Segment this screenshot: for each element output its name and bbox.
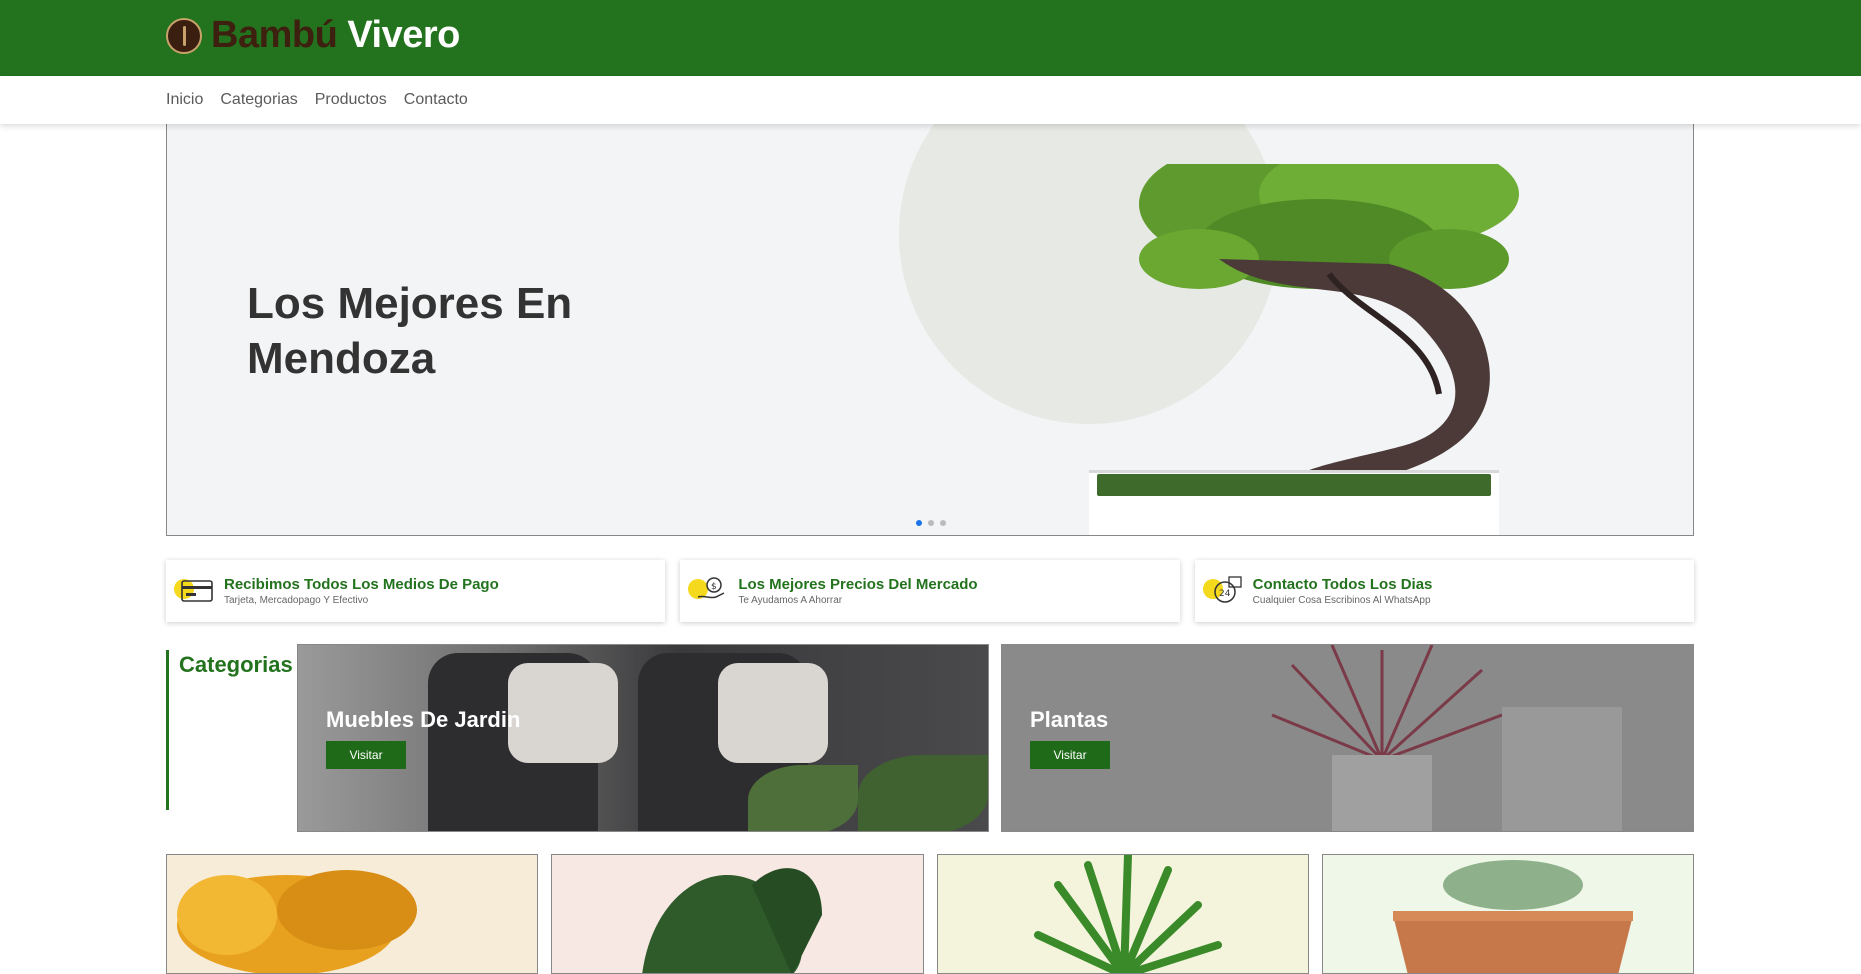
brand-logo[interactable]: Bambú Vivero xyxy=(166,14,460,57)
product-card[interactable] xyxy=(551,854,924,974)
hero-carousel[interactable]: Los Mejores En Mendoza xyxy=(166,124,1694,536)
carousel-dot-2[interactable] xyxy=(928,520,934,526)
cushion-image xyxy=(718,663,828,763)
svg-text:$: $ xyxy=(711,582,717,592)
feature-title: Contacto Todos Los Dias xyxy=(1252,576,1433,593)
feature-title: Los Mejores Precios Del Mercado xyxy=(738,576,978,593)
products-grid xyxy=(166,854,1694,974)
category-card-plantas[interactable]: Plantas Visitar xyxy=(1001,644,1694,832)
feature-contact: 24 Contacto Todos Los Dias Cualquier Cos… xyxy=(1194,560,1694,622)
features-row: Recibimos Todos Los Medios De Pago Tarje… xyxy=(166,560,1694,622)
brand-name-part1: Bambú xyxy=(211,14,338,56)
nav-links: Inicio Categorias Productos Contacto xyxy=(166,91,468,109)
cushion-image xyxy=(508,663,618,763)
brand-name: Bambú Vivero xyxy=(211,14,460,57)
feature-prices: $ Los Mejores Precios Del Mercado Te Ayu… xyxy=(680,560,1180,622)
carousel-dot-1[interactable] xyxy=(916,520,922,526)
hero-title: Los Mejores En Mendoza xyxy=(247,279,573,383)
leaf-image xyxy=(858,755,988,831)
visit-muebles-button[interactable]: Visitar xyxy=(326,741,406,769)
money-hand-icon: $ xyxy=(688,573,730,609)
feature-subtitle: Tarjeta, Mercadopago Y Efectivo xyxy=(224,595,369,606)
red-plant-image xyxy=(1271,645,1503,762)
24h-support-icon: 24 xyxy=(1202,573,1245,609)
svg-text:24: 24 xyxy=(1219,589,1231,599)
monstera-image xyxy=(642,868,823,973)
bamboo-logo-icon xyxy=(166,17,202,54)
succulent-image xyxy=(1392,860,1633,973)
product-card[interactable] xyxy=(936,854,1309,974)
categories-heading: Categorias xyxy=(166,650,293,810)
categories-title: Categorias xyxy=(179,652,293,677)
feature-title: Recibimos Todos Los Medios De Pago xyxy=(224,576,499,593)
vase-image xyxy=(1502,707,1622,831)
category-card-muebles[interactable]: Muebles De Jardin Visitar xyxy=(297,644,989,832)
vase-image xyxy=(1332,755,1432,831)
product-card[interactable] xyxy=(1321,854,1694,974)
category-title: Plantas xyxy=(1030,707,1109,732)
product-card[interactable] xyxy=(166,854,539,974)
leaf-image xyxy=(748,765,858,831)
feature-subtitle: Te Ayudamos A Ahorrar xyxy=(738,595,843,606)
bonsai-tree-image xyxy=(1139,164,1519,484)
bonsai-moss xyxy=(1097,474,1491,496)
category-title: Muebles De Jardin xyxy=(326,707,521,732)
nav-link-productos[interactable]: Productos xyxy=(315,91,387,109)
top-header-bar: Bambú Vivero xyxy=(0,0,1861,76)
brand-name-part2: Vivero xyxy=(347,14,460,56)
dracaena-image xyxy=(1033,855,1222,973)
feature-subtitle: Cualquier Cosa Escribinos Al WhatsApp xyxy=(1252,595,1431,606)
nav-link-categorias[interactable]: Categorias xyxy=(220,91,297,109)
main-navbar: Inicio Categorias Productos Contacto xyxy=(0,76,1861,124)
carousel-dot-3[interactable] xyxy=(940,520,946,526)
feature-payment: Recibimos Todos Los Medios De Pago Tarje… xyxy=(166,560,666,622)
visit-plantas-button[interactable]: Visitar xyxy=(1030,741,1110,769)
nav-link-contacto[interactable]: Contacto xyxy=(404,91,468,109)
nav-link-inicio[interactable]: Inicio xyxy=(166,91,203,109)
credit-card-icon xyxy=(174,573,216,609)
carousel-indicators xyxy=(916,520,946,526)
bonsai-orange-image xyxy=(177,870,417,973)
